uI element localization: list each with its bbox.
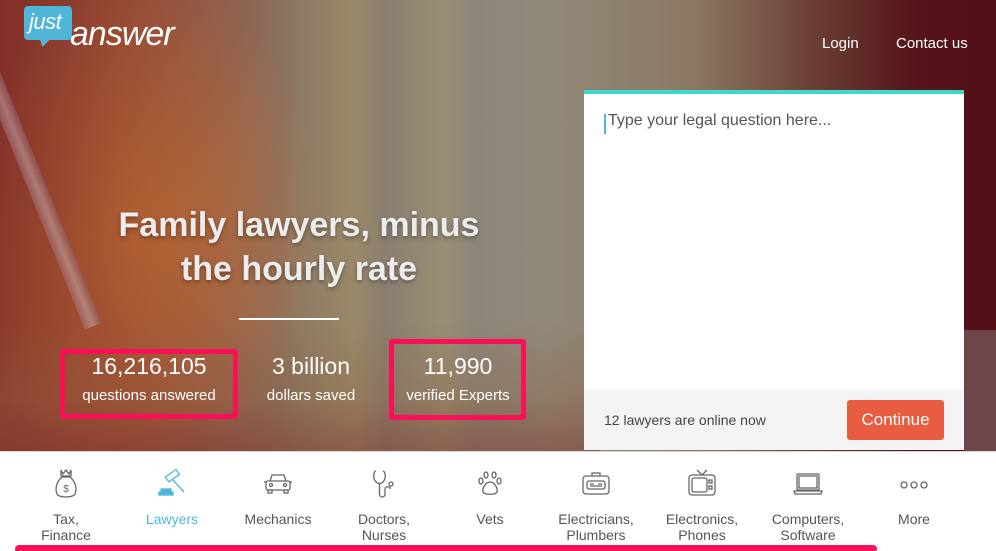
stat-dollars-saved: 3 billion dollars saved xyxy=(253,352,369,404)
category-vets[interactable]: Vets xyxy=(437,467,543,527)
car-icon xyxy=(264,474,292,494)
card-footer: 12 lawyers are online now Continue xyxy=(584,390,964,450)
category-computers-software[interactable]: Computers, Software xyxy=(755,467,861,543)
category-label: Doctors, Nurses xyxy=(357,511,411,543)
category-more[interactable]: More xyxy=(861,467,967,527)
stethoscope-icon xyxy=(373,470,394,498)
stat-label: dollars saved xyxy=(266,387,356,404)
headline-line-2: the hourly rate xyxy=(180,250,418,288)
money-bag-icon: $ xyxy=(55,468,77,498)
category-electricians-plumbers[interactable]: Electricians, Plumbers xyxy=(543,467,649,543)
headline-line-1: Family lawyers, minus xyxy=(118,206,480,244)
legal-question-input[interactable] xyxy=(608,112,948,362)
category-label: Electricians, Plumbers xyxy=(558,511,634,543)
logo-answer-text: answer xyxy=(70,15,175,53)
category-label: Vets xyxy=(476,511,504,527)
stat-value: 3 billion xyxy=(272,353,350,379)
highlight-box-questions xyxy=(60,349,238,419)
category-label: Tax, Finance xyxy=(41,511,91,543)
paw-icon xyxy=(478,471,502,495)
more-dots-icon xyxy=(900,481,928,489)
svg-text:$: $ xyxy=(63,484,69,495)
highlight-underline-bar xyxy=(15,545,877,551)
text-cursor xyxy=(604,114,606,134)
category-bar: $ Tax, Finance Lawyers Mechanics Doctors… xyxy=(0,451,996,551)
category-lawyers[interactable]: Lawyers xyxy=(119,467,225,527)
category-tax-finance[interactable]: $ Tax, Finance xyxy=(13,467,119,543)
category-electronics-phones[interactable]: Electronics, Phones xyxy=(649,467,755,543)
laptop-icon xyxy=(793,473,823,495)
gavel-icon xyxy=(158,468,185,496)
logo-just-text: just xyxy=(29,9,62,34)
login-link[interactable]: Login xyxy=(822,35,859,52)
contact-us-link[interactable]: Contact us xyxy=(896,35,968,52)
online-status: 12 lawyers are online now xyxy=(604,412,766,428)
category-label: Lawyers xyxy=(145,511,199,527)
justanswer-logo[interactable]: just answer xyxy=(24,6,204,53)
toolbox-icon xyxy=(582,472,610,495)
category-label: Mechanics xyxy=(244,511,312,527)
category-doctors-nurses[interactable]: Doctors, Nurses xyxy=(331,467,437,543)
headline-divider xyxy=(239,318,339,320)
continue-button[interactable]: Continue xyxy=(847,400,944,440)
question-card: 12 lawyers are online now Continue xyxy=(584,90,964,450)
category-label: Computers, Software xyxy=(771,511,845,543)
tv-icon xyxy=(688,469,716,496)
hero-background-edge xyxy=(964,330,996,451)
category-label: Electronics, Phones xyxy=(665,511,739,543)
category-label: More xyxy=(898,511,930,527)
card-accent-line xyxy=(584,90,964,94)
category-mechanics[interactable]: Mechanics xyxy=(225,467,331,527)
highlight-box-experts xyxy=(389,339,526,420)
hero-headline: Family lawyers, minus the hourly rate xyxy=(40,203,558,291)
